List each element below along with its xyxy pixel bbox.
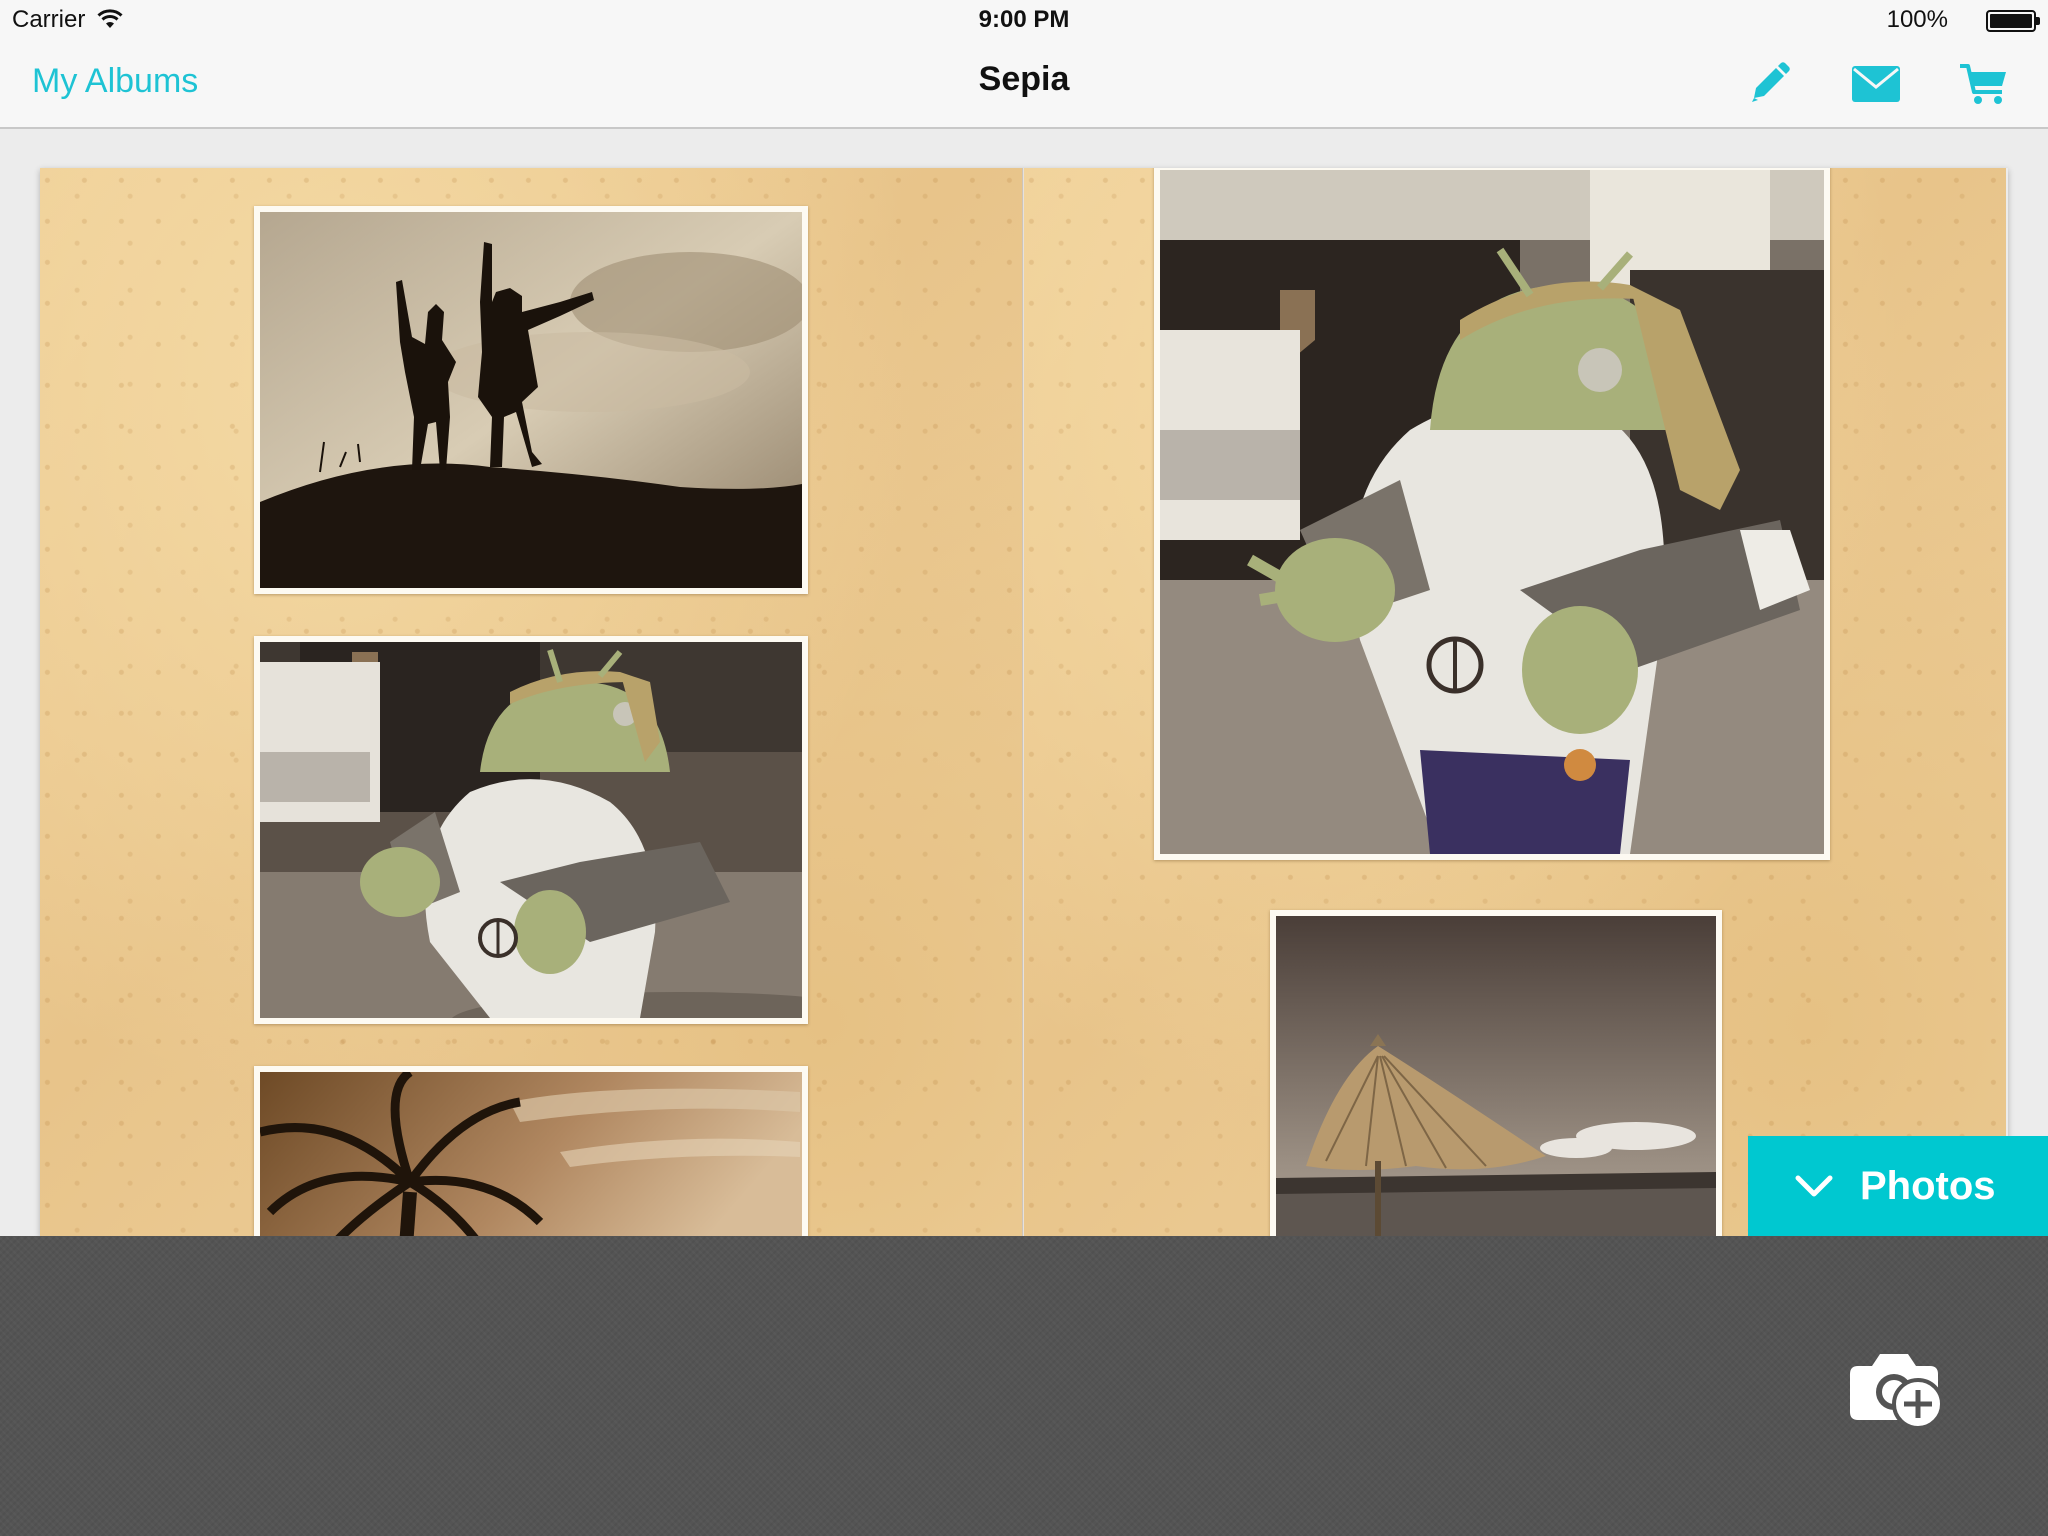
battery-icon bbox=[1986, 10, 2040, 32]
navigation-bar: My Albums Sepia bbox=[0, 40, 2048, 129]
photo-android-closeup[interactable] bbox=[1154, 168, 1830, 860]
back-button[interactable]: My Albums bbox=[32, 62, 198, 101]
silhouette-image bbox=[260, 212, 802, 588]
add-photo-button[interactable] bbox=[1846, 1346, 1946, 1436]
camera-add-icon bbox=[1850, 1354, 1944, 1430]
photo-android-mascot[interactable] bbox=[254, 636, 808, 1024]
photo-silhouette-girls[interactable] bbox=[254, 206, 808, 594]
battery-percentage: 100% bbox=[1886, 6, 1948, 33]
email-button[interactable] bbox=[1848, 56, 1904, 112]
album-spread bbox=[40, 168, 2008, 1236]
photos-tab[interactable]: Photos bbox=[1748, 1136, 2048, 1236]
clock: 9:00 PM bbox=[978, 6, 1070, 33]
beach-umbrella-image bbox=[1276, 916, 1716, 1236]
chevron-down-icon bbox=[1795, 1175, 1833, 1197]
cart-icon bbox=[1960, 64, 2006, 104]
album-page-right bbox=[1024, 168, 2006, 1236]
palm-tree-image bbox=[260, 1072, 802, 1236]
pencil-icon bbox=[1752, 62, 1790, 102]
photos-drawer bbox=[0, 1236, 2048, 1536]
photos-tab-label: Photos bbox=[1860, 1164, 1996, 1208]
edit-button[interactable] bbox=[1740, 56, 1796, 112]
cart-button[interactable] bbox=[1956, 56, 2012, 112]
mail-icon bbox=[1852, 66, 1900, 102]
status-bar: Carrier 9:00 PM 100% bbox=[0, 0, 2048, 40]
photo-palm-tree[interactable] bbox=[254, 1066, 808, 1236]
photo-beach-umbrella[interactable] bbox=[1270, 910, 1722, 1236]
android-closeup-image bbox=[1160, 170, 1824, 854]
android-mascot-image bbox=[260, 642, 802, 1018]
album-page-left bbox=[40, 168, 1022, 1236]
